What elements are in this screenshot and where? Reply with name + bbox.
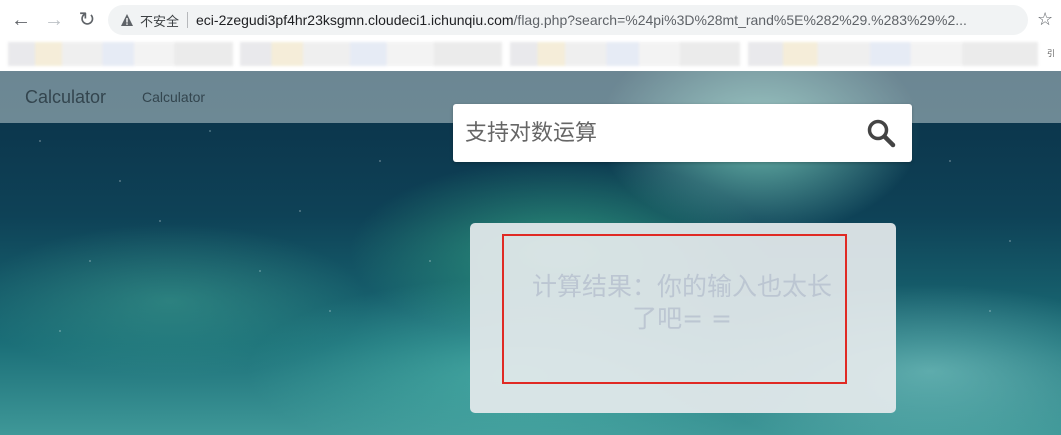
url-host: eci-2zegudi3pf4hr23ksgmn.cloudeci1.ichun…: [196, 12, 514, 28]
address-bar[interactable]: 不安全 eci-2zegudi3pf4hr23ksgmn.cloudeci1.i…: [108, 5, 1028, 35]
forward-arrow-icon[interactable]: →: [41, 7, 67, 33]
bookmarks-bar: 引: [0, 40, 1061, 71]
search-button[interactable]: [863, 117, 899, 149]
search-box: [453, 104, 912, 162]
bookmark-star-icon[interactable]: ☆: [1037, 10, 1053, 28]
browser-toolbar: ← → ↻ 不安全 eci-2zegudi3pf4hr23ksgmn.cloud…: [0, 0, 1061, 40]
blurred-bookmark[interactable]: [748, 42, 1038, 66]
blurred-bookmark[interactable]: [8, 42, 233, 66]
omnibox-divider: [187, 12, 189, 28]
url-path: /flag.php?search=%24pi%3D%28mt_rand%5E%2…: [513, 12, 967, 28]
security-label[interactable]: 不安全: [140, 11, 179, 30]
warning-triangle-icon[interactable]: [120, 13, 134, 27]
blurred-bookmark[interactable]: [510, 42, 740, 66]
blurred-bookmark[interactable]: [240, 42, 502, 66]
bookmarks-overflow[interactable]: 引: [1047, 48, 1055, 59]
brand-link[interactable]: Calculator: [25, 87, 106, 108]
result-text: 计算结果：你的输入也太长了吧= =: [531, 272, 832, 333]
search-icon: [867, 119, 896, 148]
page-viewport: Calculator Calculator 计算结果：你的输入也太长了吧= =: [0, 71, 1061, 435]
nav-link-calculator[interactable]: Calculator: [142, 89, 205, 105]
reload-icon[interactable]: ↻: [74, 7, 100, 33]
back-arrow-icon[interactable]: ←: [8, 7, 34, 33]
search-input[interactable]: [453, 104, 853, 162]
